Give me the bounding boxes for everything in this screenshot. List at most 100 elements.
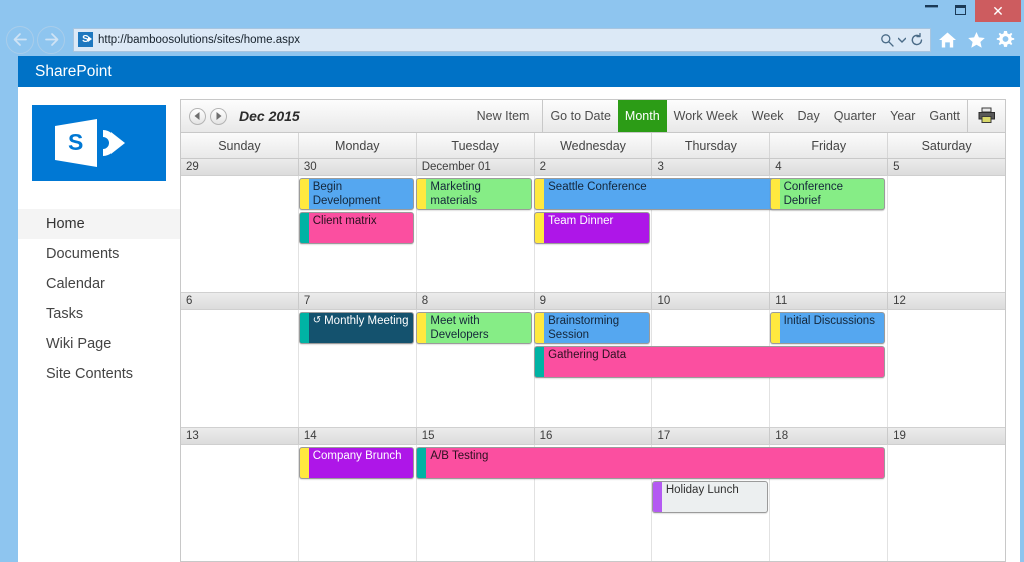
event-body: Gathering Data: [544, 347, 884, 377]
calendar-event[interactable]: Brainstorming Session: [534, 312, 650, 345]
view-button-quarter[interactable]: Quarter: [827, 100, 883, 132]
day-number-cell[interactable]: 15: [417, 427, 535, 444]
event-category-stripe: [652, 481, 662, 512]
next-month-button[interactable]: [210, 107, 227, 125]
event-category-stripe: [770, 179, 780, 209]
week-event-area: Company Brunch A/B Testing Holiday Lunch: [181, 444, 1005, 561]
sidebar-item-label: Home: [46, 216, 85, 232]
calendar-event[interactable]: Conference Debrief: [769, 178, 886, 210]
view-button-gantt[interactable]: Gantt: [922, 100, 967, 132]
day-header-friday: Friday: [770, 133, 889, 158]
window-maximize-button[interactable]: [946, 0, 975, 20]
day-number-cell[interactable]: 18: [770, 427, 889, 444]
view-button-work-week[interactable]: Work Week: [667, 100, 745, 132]
calendar-event[interactable]: Gathering Data: [534, 346, 886, 379]
day-header-thursday: Thursday: [652, 133, 771, 158]
view-button-year[interactable]: Year: [883, 100, 922, 132]
back-arrow-icon: [13, 33, 27, 46]
view-button-day[interactable]: Day: [791, 100, 827, 132]
calendar-event[interactable]: Meet with Developers: [416, 312, 533, 345]
calendar-event[interactable]: Client matrix: [298, 212, 415, 244]
day-number-cell[interactable]: 12: [888, 293, 1005, 309]
address-bar-url: http://bamboosolutions/sites/home.aspx: [98, 33, 301, 46]
sharepoint-suite-bar: SharePoint: [18, 56, 1020, 87]
day-number-cell[interactable]: 9: [535, 293, 653, 310]
calendar-event[interactable]: Marketing materials: [416, 178, 533, 210]
sidebar-item-site-contents[interactable]: Site Contents: [18, 359, 180, 389]
search-icon[interactable]: [877, 33, 896, 47]
view-button-week[interactable]: Week: [745, 100, 791, 132]
window-close-button[interactable]: ✕: [975, 0, 1021, 22]
event-body: Client matrix: [309, 213, 414, 243]
calendar-event[interactable]: ↺ Monthly Meeting: [298, 312, 415, 345]
favorites-star-icon[interactable]: [963, 26, 989, 54]
day-header-wednesday: Wednesday: [535, 133, 653, 158]
event-body: A/B Testing: [426, 448, 884, 478]
day-number-cell[interactable]: 14: [299, 427, 417, 444]
forward-button[interactable]: [37, 25, 65, 54]
previous-month-button[interactable]: [189, 107, 206, 125]
day-number-cell[interactable]: 19: [888, 428, 1005, 444]
day-number-cell[interactable]: 16: [535, 427, 653, 444]
calendar-weeks: 29 30 December 01 2 3 4 5 Begin Development Mark…: [181, 159, 1005, 561]
day-number-cell[interactable]: 8: [417, 293, 535, 310]
sidebar-item-tasks[interactable]: Tasks: [18, 299, 180, 329]
sidebar-item-documents[interactable]: Documents: [18, 239, 180, 269]
calendar-event[interactable]: A/B Testing: [416, 446, 886, 479]
sidebar-item-label: Tasks: [46, 306, 84, 322]
day-number-cell[interactable]: 4: [770, 159, 889, 175]
view-button-month[interactable]: Month: [617, 100, 667, 132]
site-favicon: S: [78, 32, 93, 47]
day-number-cell[interactable]: 17: [652, 427, 771, 444]
sidebar-item-home[interactable]: Home: [18, 209, 180, 239]
window-minimize-button[interactable]: [917, 0, 946, 20]
print-button[interactable]: [967, 100, 1005, 132]
day-number-cell[interactable]: 6: [181, 293, 299, 310]
calendar-event[interactable]: Holiday Lunch: [651, 480, 768, 513]
calendar-event[interactable]: Begin Development: [298, 178, 415, 210]
settings-gear-icon[interactable]: [992, 26, 1018, 54]
recurrence-icon: ↺: [312, 315, 322, 327]
event-title: Begin Development: [312, 181, 381, 207]
event-category-stripe: [299, 179, 309, 209]
event-category-stripe: [417, 313, 427, 344]
event-title: Marketing materials: [430, 181, 481, 207]
back-button[interactable]: [6, 25, 34, 54]
sidebar-item-calendar[interactable]: Calendar: [18, 269, 180, 299]
day-header-tuesday: Tuesday: [417, 133, 535, 158]
event-category-stripe: [299, 447, 309, 478]
event-body: Begin Development: [309, 179, 414, 209]
calendar-container: Dec 2015 New Item Go to Date Month Work …: [180, 99, 1006, 562]
address-bar[interactable]: S http://bamboosolutions/sites/home.aspx: [73, 27, 931, 52]
event-title: Company Brunch: [312, 449, 402, 462]
day-number-cell[interactable]: 5: [888, 159, 1005, 175]
maximize-icon: [955, 5, 966, 15]
sidebar-item-wiki-page[interactable]: Wiki Page: [18, 329, 180, 359]
go-to-date-button[interactable]: Go to Date: [543, 100, 617, 132]
event-category-stripe: [417, 179, 427, 209]
day-number-cell[interactable]: 10: [652, 293, 771, 310]
calendar-toolbar-left: Dec 2015 New Item: [181, 100, 544, 132]
day-number-cell[interactable]: 30: [299, 159, 417, 175]
day-number-cell[interactable]: 3: [652, 159, 771, 175]
day-header-saturday: Saturday: [921, 138, 972, 153]
event-body: Conference Debrief: [780, 179, 885, 209]
new-item-button[interactable]: New Item: [477, 109, 534, 123]
day-number-cell[interactable]: 29: [181, 159, 299, 175]
event-body: Meet with Developers: [426, 313, 531, 343]
day-number-cell[interactable]: 13: [181, 427, 299, 444]
calendar-toolbar: Dec 2015 New Item Go to Date Month Work …: [181, 100, 1005, 133]
day-number-cell[interactable]: 7: [299, 293, 417, 310]
day-number-cell[interactable]: December 01: [417, 159, 535, 175]
day-number-cell[interactable]: 11: [770, 293, 889, 310]
chevron-down-icon[interactable]: [896, 37, 907, 43]
day-number-cell[interactable]: 2: [535, 159, 653, 175]
calendar-event[interactable]: Initial Discussions: [769, 312, 886, 345]
calendar-week-row: 13 14 15 16 17 18 19 Company Brunch A/B Testing H…: [181, 427, 1005, 561]
calendar-event[interactable]: Team Dinner: [534, 212, 650, 244]
event-title: Holiday Lunch: [665, 483, 739, 496]
refresh-icon[interactable]: [907, 32, 926, 47]
calendar-event[interactable]: Company Brunch: [298, 446, 415, 479]
week-dates-row: 29 30 December 01 2 3 4 5: [181, 159, 1005, 176]
home-icon[interactable]: [934, 26, 960, 54]
